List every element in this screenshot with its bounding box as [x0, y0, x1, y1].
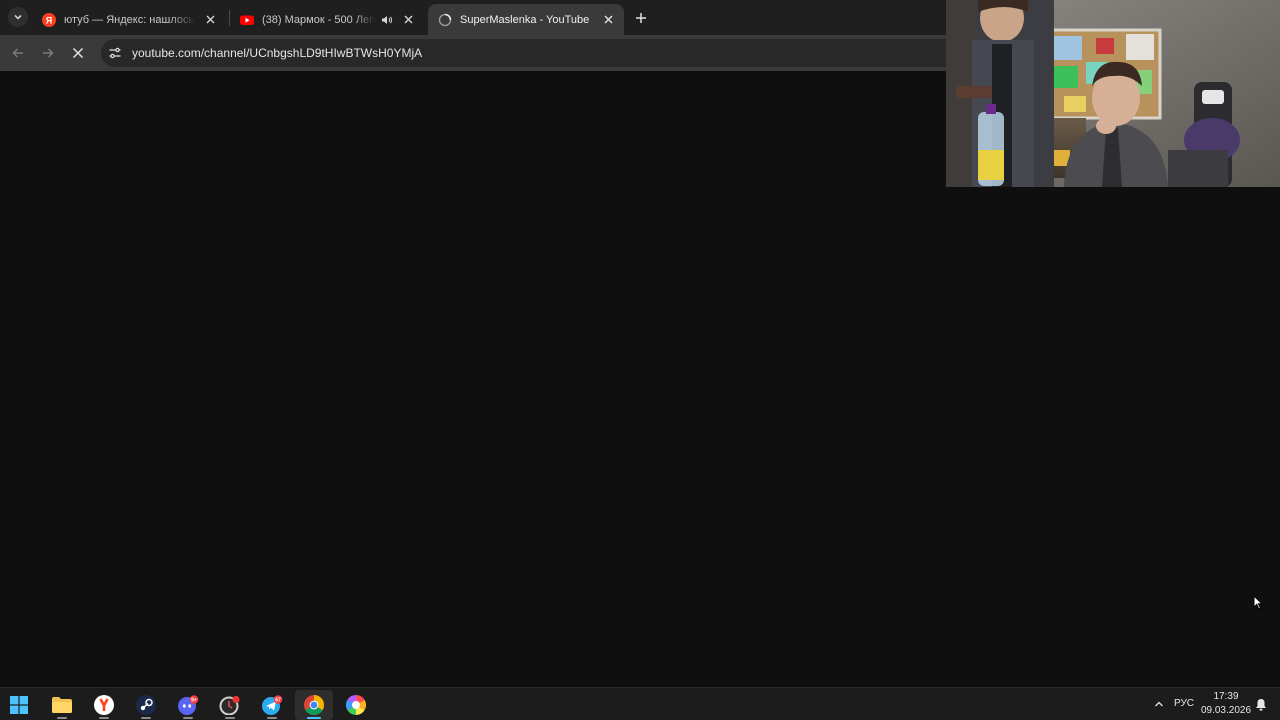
telegram-icon: 67 [262, 695, 283, 715]
taskbar-colorful-app[interactable] [337, 690, 375, 720]
plus-icon [636, 13, 646, 23]
show-hidden-icons-button[interactable] [1152, 697, 1166, 711]
address-bar[interactable]: youtube.com/channel/UCnbgshLD9tHIwBTWsH0… [101, 39, 961, 67]
chrome-icon [304, 695, 324, 715]
start-button[interactable] [0, 690, 38, 720]
tab-title: (38) Мармок - 500 Легендарных Моментов [262, 13, 376, 26]
running-indicator [99, 717, 109, 719]
svg-text:Я: Я [46, 15, 52, 25]
clock-time: 17:39 [1213, 691, 1239, 702]
input-language-indicator[interactable]: РУС [1174, 698, 1194, 709]
bell-icon [1256, 699, 1266, 711]
webcam-overlay [946, 0, 1280, 187]
taskbar-circle-app[interactable] [211, 690, 249, 720]
steam-icon [136, 695, 156, 715]
svg-text:67: 67 [275, 697, 281, 703]
running-indicator [267, 717, 277, 719]
running-indicator [141, 717, 151, 719]
circle-app-icon [219, 695, 240, 715]
chevron-down-icon [14, 14, 22, 20]
windows-start-icon [10, 696, 28, 714]
arrow-left-icon [12, 48, 23, 58]
loading-globe-icon [438, 13, 452, 27]
notification-center-button[interactable] [1254, 697, 1268, 712]
svg-text:9+: 9+ [191, 697, 197, 703]
webcam-video-feed [946, 0, 1280, 187]
running-indicator [57, 717, 67, 719]
back-button[interactable] [8, 43, 28, 63]
clock[interactable]: 17:39 09.03.2026 [1200, 690, 1252, 718]
url-text: youtube.com/channel/UCnbgshLD9tHIwBTWsH0… [132, 46, 423, 60]
stop-loading-button[interactable] [68, 43, 88, 63]
close-tab-icon[interactable] [600, 12, 616, 28]
taskbar-telegram[interactable]: 67 [253, 690, 291, 720]
youtube-icon [240, 13, 254, 27]
windows-taskbar: 9+ 67 РУС 17:39 09.03.2026 [0, 687, 1280, 720]
clock-date: 09.03.2026 [1200, 705, 1252, 716]
speaker-audio-icon[interactable] [380, 13, 394, 27]
yandex-icon: Я [42, 12, 56, 27]
close-tab-icon[interactable] [400, 12, 416, 28]
close-icon [72, 47, 84, 59]
taskbar-steam[interactable] [127, 690, 165, 720]
taskbar-yandex-browser[interactable] [85, 690, 123, 720]
tab-marmok-video[interactable]: (38) Мармок - 500 Легендарных Моментов [230, 4, 424, 35]
running-indicator [183, 717, 193, 719]
tab-supermaslenka-youtube[interactable]: SuperMaslenka - YouTube [428, 4, 624, 35]
tab-title: SuperMaslenka - YouTube [460, 13, 590, 26]
arrow-cursor-icon [1253, 594, 1264, 610]
taskbar-discord[interactable]: 9+ [169, 690, 207, 720]
mouse-cursor [1253, 594, 1264, 615]
tab-title: ютуб — Яндекс: нашлось 7 млн результатов [64, 13, 196, 26]
new-tab-button[interactable] [631, 8, 651, 28]
discord-icon: 9+ [178, 695, 199, 715]
chevron-up-icon [1155, 701, 1163, 707]
tune-icon [109, 47, 121, 59]
tab-yandex-search[interactable]: Я ютуб — Яндекс: нашлось 7 млн результат… [32, 4, 226, 35]
tab-search-button[interactable] [8, 7, 28, 27]
taskbar-chrome[interactable] [295, 690, 333, 720]
yandex-browser-icon [94, 695, 114, 715]
folder-icon [52, 697, 72, 713]
taskbar-file-explorer[interactable] [43, 690, 81, 720]
site-info-button[interactable] [102, 40, 128, 66]
close-tab-icon[interactable] [202, 12, 218, 28]
color-wheel-icon [346, 695, 366, 715]
arrow-right-icon [43, 48, 54, 58]
running-indicator [225, 717, 235, 719]
running-indicator [307, 717, 321, 719]
forward-button[interactable] [38, 43, 58, 63]
